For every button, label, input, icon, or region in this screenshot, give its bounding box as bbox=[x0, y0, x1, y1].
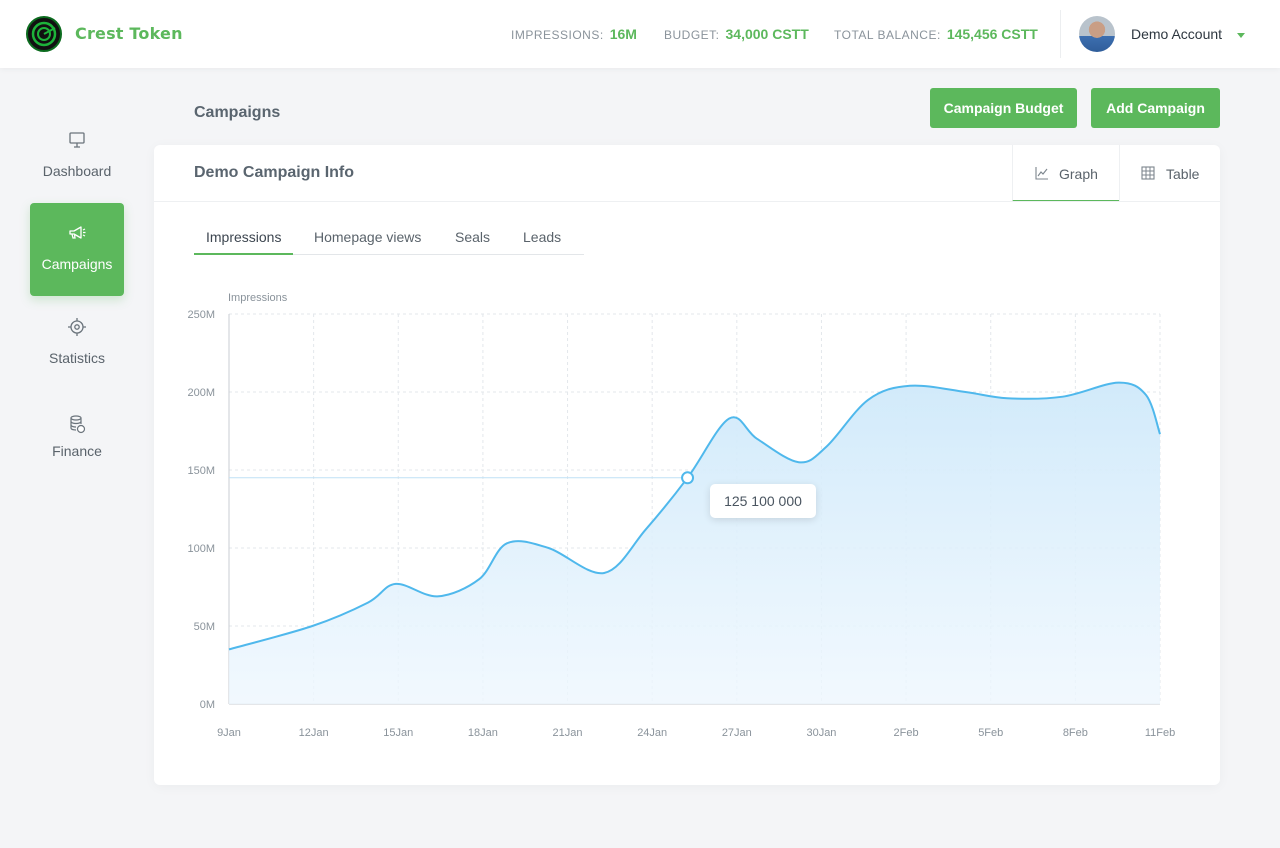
y-axis-title: Impressions bbox=[228, 292, 288, 304]
y-tick-label: 0M bbox=[200, 699, 215, 711]
x-tick-label: 27Jan bbox=[722, 727, 752, 739]
account-name[interactable]: Demo Account bbox=[1131, 26, 1222, 42]
monitor-icon bbox=[69, 132, 85, 148]
top-header: Crest Token IMPRESSIONS: 16M BUDGET: 34,00… bbox=[0, 0, 1280, 68]
impressions-label: IMPRESSIONS: bbox=[511, 28, 604, 42]
y-tick-label: 150M bbox=[187, 465, 215, 477]
total-balance-value: 145,456 CSTT bbox=[946, 26, 1038, 42]
sidebar-item-statistics[interactable]: Statistics bbox=[30, 297, 124, 390]
impressions-area bbox=[229, 382, 1160, 704]
sidebar-item-label: Finance bbox=[52, 443, 102, 459]
campaign-info-card: Demo Campaign Info Graph Table Impressio… bbox=[154, 145, 1220, 785]
chart-tooltip: 125 100 000 bbox=[710, 484, 816, 518]
x-tick-label: 24Jan bbox=[637, 727, 667, 739]
avatar[interactable] bbox=[1079, 16, 1115, 52]
y-tick-label: 50M bbox=[194, 621, 215, 633]
x-tick-label: 5Feb bbox=[978, 727, 1003, 739]
sidebar-item-label: Dashboard bbox=[42, 163, 112, 179]
add-campaign-button[interactable]: Add Campaign bbox=[1091, 88, 1220, 128]
x-tick-label: 15Jan bbox=[383, 727, 413, 739]
target-icon bbox=[68, 318, 86, 336]
budget-value: 34,000 CSTT bbox=[725, 26, 809, 42]
megaphone-icon bbox=[69, 226, 86, 239]
budget-stat: BUDGET: 34,000 CSTT bbox=[664, 26, 809, 42]
x-tick-label: 2Feb bbox=[894, 727, 919, 739]
sidebar-item-finance[interactable]: Finance bbox=[30, 390, 124, 483]
coins-icon bbox=[70, 415, 86, 434]
x-tick-label: 30Jan bbox=[806, 727, 836, 739]
x-tick-label: 9Jan bbox=[217, 727, 241, 739]
x-tick-label: 8Feb bbox=[1063, 727, 1088, 739]
chevron-down-icon[interactable] bbox=[1237, 33, 1245, 38]
sidebar-item-dashboard[interactable]: Dashboard bbox=[30, 110, 124, 203]
impressions-chart: 0M 50M 100M 150M 200M 250M 9Jan 12Jan 15Jan 18Jan… bbox=[187, 292, 1175, 739]
campaign-budget-button[interactable]: Campaign Budget bbox=[930, 88, 1077, 128]
y-tick-label: 100M bbox=[187, 543, 215, 555]
sidebar-item-campaigns[interactable]: Campaigns bbox=[30, 203, 124, 296]
crest-token-logo[interactable] bbox=[26, 16, 62, 52]
x-tick-label: 11Feb bbox=[1145, 727, 1175, 739]
sidebar-item-label: Campaigns bbox=[41, 256, 113, 272]
header-divider bbox=[1060, 10, 1061, 58]
brand-name[interactable]: Crest Token bbox=[75, 24, 183, 43]
total-balance-label: TOTAL BALANCE: bbox=[834, 28, 941, 42]
page-title: Campaigns bbox=[194, 104, 281, 121]
total-balance-stat: TOTAL BALANCE: 145,456 CSTT bbox=[834, 26, 1038, 42]
sidebar-item-label: Statistics bbox=[48, 350, 105, 366]
impressions-value: 16M bbox=[609, 26, 637, 42]
highlight-point[interactable] bbox=[681, 471, 695, 485]
x-tick-label: 12Jan bbox=[299, 727, 329, 739]
budget-label: BUDGET: bbox=[664, 28, 720, 42]
y-tick-label: 250M bbox=[187, 309, 215, 321]
x-tick-label: 18Jan bbox=[468, 727, 498, 739]
y-tick-label: 200M bbox=[187, 387, 215, 399]
x-tick-label: 21Jan bbox=[553, 727, 583, 739]
impressions-stat: IMPRESSIONS: 16M bbox=[511, 26, 637, 42]
